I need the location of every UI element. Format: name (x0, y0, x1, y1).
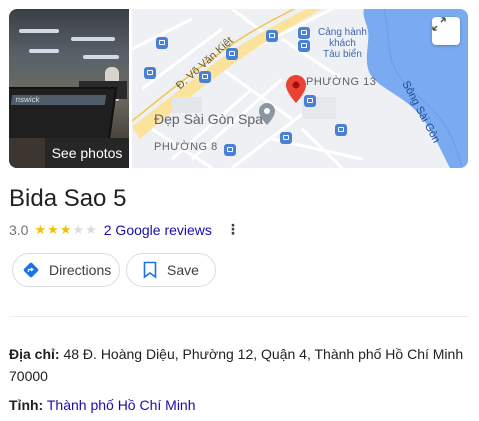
photo-table-sign: nswick (10, 95, 107, 105)
map-port-label: Cảng hành khách Tàu biển (318, 27, 367, 60)
map-ward8-label: PHƯỜNG 8 (154, 141, 218, 153)
directions-icon (23, 262, 39, 278)
bus-stop-icon (266, 30, 278, 42)
bus-stop-icon (224, 144, 236, 156)
bus-stop-icon (226, 48, 238, 60)
google-reviews-link[interactable]: 2 Google reviews (104, 222, 212, 238)
star-filled-icon: ★ (47, 221, 60, 237)
map-ward13-label: PHƯỜNG 13 (306, 76, 377, 88)
address-label: Địa chỉ (9, 346, 55, 362)
province-colon: : (38, 397, 44, 413)
place-title: Bida Sao 5 (9, 185, 127, 212)
bus-stop-icon (144, 67, 156, 79)
bus-stop-icon (335, 124, 347, 136)
map-thumbnail[interactable]: Đ. Võ Văn Kiệt Cảng hành khách Tàu biển … (132, 9, 468, 168)
star-filled-icon: ★ (59, 221, 73, 237)
province-label: Tỉnh (9, 397, 39, 413)
save-label: Save (167, 262, 199, 278)
bus-stop-icon (199, 71, 211, 83)
bookmark-icon (143, 261, 157, 279)
bus-stop-icon (156, 37, 168, 49)
see-photos-button[interactable]: See photos (45, 138, 129, 168)
address-value: 48 Đ. Hoàng Diệu, Phường 12, Quận 4, Thà… (9, 346, 464, 384)
address-row: Địa chỉ: 48 Đ. Hoàng Diệu, Phường 12, Qu… (9, 343, 471, 387)
directions-label: Directions (49, 262, 112, 278)
ceiling-light (71, 37, 115, 41)
rating-value: 3.0 (9, 221, 29, 238)
star-empty-icon: ★ (85, 221, 98, 237)
star-filled-icon: ★ (34, 221, 48, 237)
bus-stop-icon (298, 27, 310, 39)
star-empty-icon: ★ (72, 221, 86, 237)
ceiling-light (83, 55, 119, 59)
map-port-label-line: Tàu biển (323, 49, 362, 60)
rating-row: 3.0 ★★★★★ 2 Google reviews ⋮ (9, 221, 240, 238)
bus-stop-icon (298, 40, 310, 52)
map-port-label-line: khách (329, 38, 356, 49)
bus-stop-icon (280, 132, 292, 144)
ceiling-light (29, 49, 59, 53)
expand-map-button[interactable] (432, 17, 460, 45)
more-options-icon[interactable]: ⋮ (226, 221, 240, 238)
address-colon: : (54, 346, 60, 362)
expand-icon (432, 17, 446, 31)
province-row: Tỉnh: Thành phố Hồ Chí Minh (9, 394, 196, 416)
map-port-label-line: Cảng hành (318, 27, 367, 38)
province-link[interactable]: Thành phố Hồ Chí Minh (47, 397, 196, 413)
map-spa-label: Đẹp Sài Gòn Spa (154, 111, 263, 127)
place-photo[interactable]: nswick See photos (9, 9, 129, 168)
save-button[interactable]: Save (126, 253, 216, 287)
ceiling-light (19, 29, 59, 33)
directions-button[interactable]: Directions (12, 253, 120, 287)
section-divider (9, 316, 469, 317)
rating-stars: ★★★★★ (34, 222, 97, 238)
